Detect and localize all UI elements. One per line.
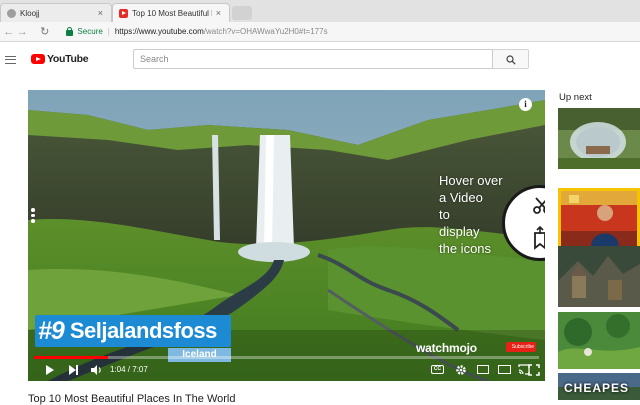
- up-next-thumbnail[interactable]: [558, 188, 640, 250]
- bookmark-icon[interactable]: [531, 226, 545, 250]
- miniplayer-icon[interactable]: [477, 365, 489, 374]
- kloojj-favicon: [7, 8, 16, 18]
- youtube-logo[interactable]: YouTube: [31, 53, 89, 65]
- youtube-favicon: [119, 8, 128, 18]
- player-controls: 1:04 / 7:07 CC: [28, 359, 545, 381]
- lock-icon: [66, 26, 74, 36]
- info-icon[interactable]: i: [519, 98, 532, 111]
- new-tab-button[interactable]: [232, 6, 252, 20]
- play-icon[interactable]: [46, 365, 54, 375]
- share-scissors-icon[interactable]: [532, 195, 545, 215]
- tab-title: Top 10 Most Beautiful Pl: [132, 8, 212, 18]
- tab-close-icon[interactable]: ×: [216, 8, 221, 18]
- url-path: /watch?v=OHAWwaYu2H0#t=177s: [203, 27, 328, 36]
- address-bar: ← → ↻ Secure | https://www.youtube.com /…: [0, 22, 640, 42]
- more-options-icon[interactable]: [31, 208, 35, 225]
- tab-kloojj[interactable]: Kloojj ×: [0, 3, 112, 22]
- url-domain: https://www.youtube.com: [114, 27, 204, 36]
- thumbnail-caption: CHEAPES: [564, 381, 630, 395]
- rank-number: #9: [38, 316, 65, 345]
- tab-youtube-video[interactable]: Top 10 Most Beautiful Pl ×: [112, 3, 230, 22]
- omnibox[interactable]: Secure | https://www.youtube.com /watch?…: [66, 24, 640, 40]
- place-name: Seljalandsfoss: [69, 318, 218, 343]
- subscribe-badge[interactable]: Subscribe: [506, 342, 536, 352]
- reload-icon[interactable]: ↻: [37, 25, 52, 38]
- up-next-thumbnail[interactable]: [558, 246, 640, 307]
- captions-button[interactable]: CC: [431, 365, 444, 374]
- up-next-thumbnail[interactable]: CHEAPES: [558, 373, 640, 400]
- menu-icon[interactable]: [5, 56, 16, 64]
- separator: |: [107, 27, 110, 36]
- volume-icon[interactable]: [90, 364, 102, 376]
- back-arrow-icon[interactable]: ←: [2, 26, 16, 38]
- up-next-label: Up next: [559, 92, 592, 103]
- up-next-thumbnail[interactable]: [558, 312, 640, 369]
- watermark-part: watch: [416, 341, 450, 355]
- settings-gear-icon[interactable]: [455, 364, 467, 376]
- fullscreen-icon[interactable]: [528, 364, 540, 376]
- video-title[interactable]: Top 10 Most Beautiful Places In The Worl…: [28, 393, 235, 405]
- watermark-part: mojo: [449, 341, 477, 355]
- up-next-thumbnail[interactable]: [558, 108, 640, 169]
- forward-arrow-icon[interactable]: →: [16, 26, 30, 38]
- youtube-logo-text: YouTube: [47, 53, 89, 65]
- tab-close-icon[interactable]: ×: [98, 8, 103, 18]
- next-icon[interactable]: [69, 365, 78, 375]
- browser-tab-bar: Kloojj × Top 10 Most Beautiful Pl ×: [0, 0, 640, 22]
- secure-label: Secure: [77, 27, 103, 36]
- ranking-title-card: #9 Seljalandsfoss: [35, 315, 231, 347]
- youtube-play-logo-icon: [31, 54, 45, 64]
- search-input[interactable]: [133, 49, 493, 69]
- search-button[interactable]: [493, 49, 529, 69]
- video-player[interactable]: i Hover over a Video to display the icon…: [28, 90, 545, 381]
- time-display: 1:04 / 7:07: [110, 365, 148, 374]
- theater-mode-icon[interactable]: [498, 365, 511, 374]
- tab-title: Kloojj: [20, 8, 40, 18]
- search-icon: [506, 55, 516, 65]
- watchmojo-watermark: watchmojo: [416, 341, 477, 355]
